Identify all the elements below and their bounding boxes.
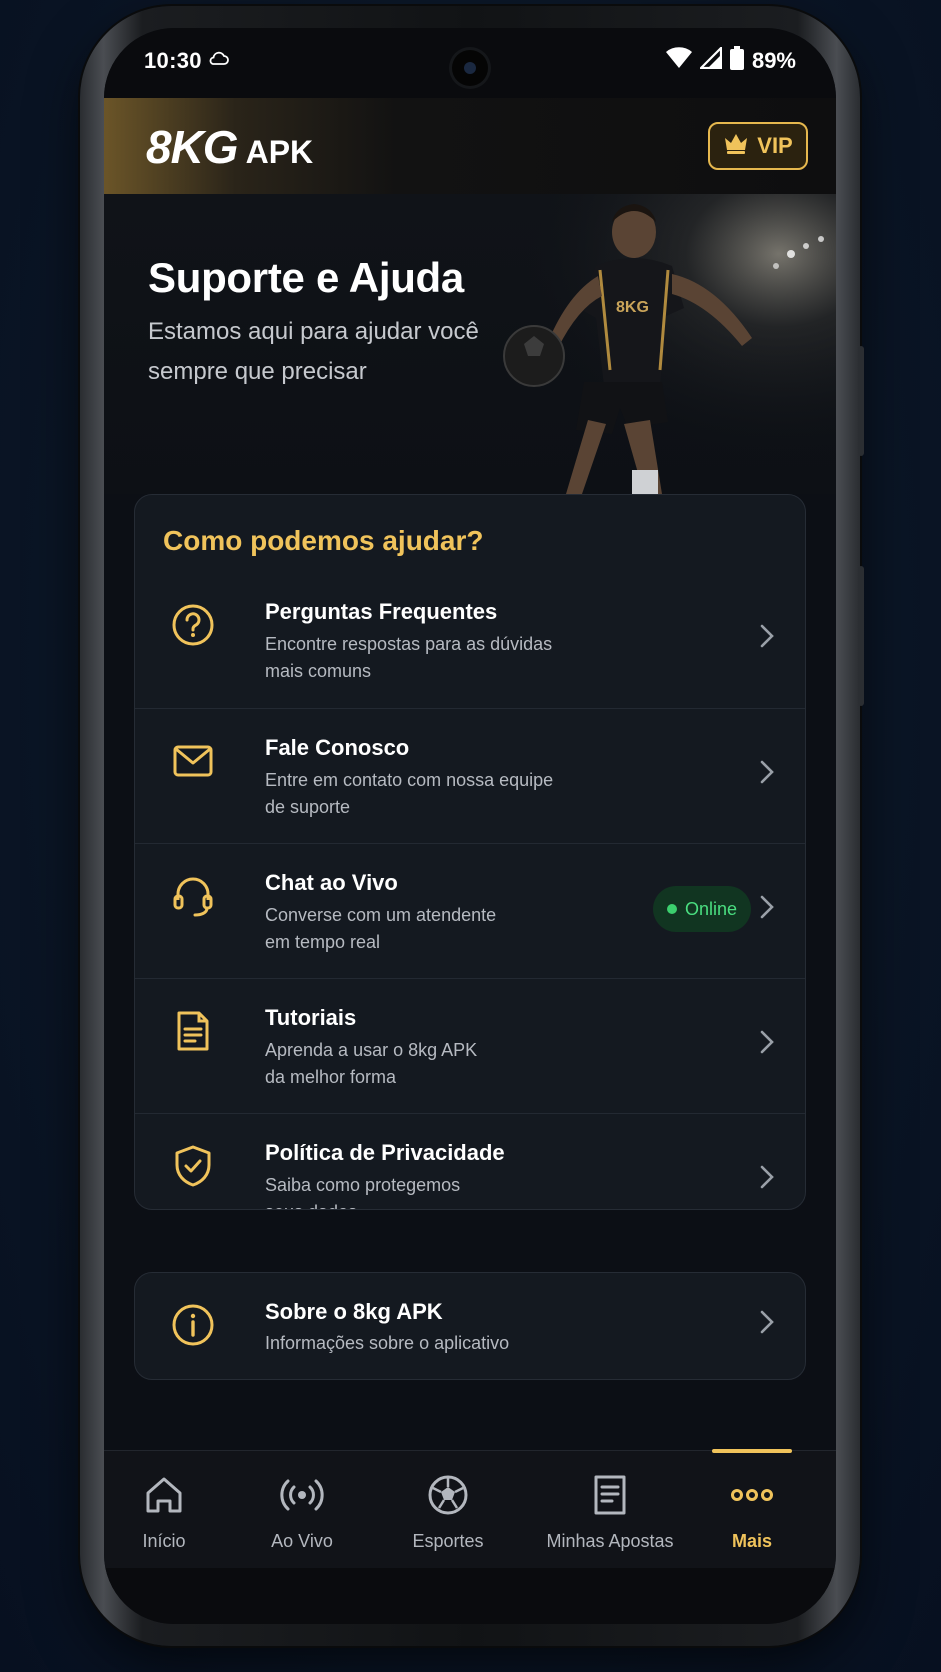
- help-item-title: Perguntas Frequentes: [265, 599, 498, 624]
- chevron-right-icon: [759, 1029, 775, 1060]
- broadcast-icon: [232, 1471, 372, 1519]
- nav-item-minhas-apostas[interactable]: Minhas Apostas: [532, 1471, 688, 1552]
- wifi-icon: [665, 47, 692, 74]
- help-item-description: Encontre respostas para as dúvidas mais c…: [265, 634, 553, 681]
- nav-label: Esportes: [412, 1531, 484, 1551]
- phone-side-button: [858, 566, 864, 706]
- active-tab-indicator: [712, 1449, 792, 1453]
- help-item-description: Aprenda a usar o 8kg APK da melhor forma: [265, 1040, 478, 1087]
- nav-label: Minhas Apostas: [546, 1531, 674, 1551]
- app-logo[interactable]: 8KG APK: [146, 120, 313, 174]
- help-item-live-chat[interactable]: Chat ao Vivo Converse com um atendente em…: [135, 843, 805, 978]
- shield-check-icon: [169, 1142, 217, 1190]
- chevron-right-icon: [759, 623, 775, 654]
- phone-side-button: [858, 346, 864, 456]
- jersey-text: 8KG: [616, 299, 649, 316]
- help-item-description: Entre em contato com nossa equipe de supo…: [265, 770, 554, 817]
- help-card: Como podemos ajudar? Perguntas Frequente…: [134, 494, 806, 1210]
- nav-item-ao-vivo[interactable]: Ao Vivo: [232, 1471, 372, 1552]
- front-camera: [452, 50, 488, 86]
- nav-label: Início: [142, 1531, 186, 1551]
- chevron-right-icon: [759, 894, 775, 925]
- crown-icon: [723, 132, 749, 160]
- mail-icon: [169, 737, 217, 785]
- about-card[interactable]: Sobre o 8kg APK Informações sobre o apli…: [134, 1272, 806, 1380]
- help-item-contact[interactable]: Fale Conosco Entre em contato com nossa …: [135, 708, 805, 843]
- help-item-title: Fale Conosco: [265, 735, 410, 760]
- system-gesture-area: [104, 1568, 836, 1624]
- question-circle-icon: [169, 601, 217, 649]
- cloud-icon: [207, 50, 229, 71]
- chevron-right-icon: [759, 1164, 775, 1195]
- about-title: Sobre o 8kg APK: [265, 1299, 443, 1324]
- help-item-title: Política de Privacidade: [265, 1140, 505, 1165]
- help-item-privacy[interactable]: Política de Privacidade Saiba como prote…: [135, 1113, 805, 1209]
- receipt-icon: [532, 1471, 688, 1519]
- chevron-right-icon: [759, 759, 775, 790]
- nav-item-mais[interactable]: Mais: [682, 1471, 822, 1552]
- soccer-ball-icon: [378, 1471, 518, 1519]
- more-dots-icon: [682, 1471, 822, 1519]
- help-item-description: Converse com um atendente em tempo real: [265, 905, 497, 952]
- help-item-faq[interactable]: Perguntas Frequentes Encontre respostas …: [135, 573, 805, 708]
- help-item-title: Tutoriais: [265, 1005, 357, 1030]
- home-icon: [104, 1471, 234, 1519]
- about-description: Informações sobre o aplicativo: [265, 1333, 510, 1353]
- status-time: 10:30: [144, 48, 202, 73]
- logo-sub: APK: [245, 134, 314, 170]
- info-circle-icon: [169, 1301, 217, 1354]
- help-item-title: Chat ao Vivo: [265, 870, 398, 895]
- battery-percent: 89%: [751, 47, 796, 73]
- battery-icon: [729, 46, 744, 75]
- logo-main: 8KG: [146, 121, 239, 173]
- online-status-badge: Online: [652, 886, 751, 932]
- page-subtitle: Estamos aqui para ajudar você sempre que…: [148, 318, 479, 385]
- nav-label: Mais: [731, 1531, 773, 1551]
- vip-button[interactable]: VIP: [708, 122, 808, 170]
- app-header: 8KG APK VIP: [104, 98, 836, 194]
- chevron-right-icon: [759, 1309, 775, 1340]
- help-item-description: Saiba como protegemosseus dados: [265, 1175, 461, 1209]
- vip-label: VIP: [757, 133, 793, 158]
- nav-item-inicio[interactable]: Início: [104, 1471, 234, 1552]
- phone-frame: 10:30 89% 8KG APK VIP 8KG Suporte e Ajud…: [80, 6, 864, 1646]
- document-icon: [169, 1007, 217, 1055]
- help-card-title: Como podemos ajudar?: [163, 525, 484, 556]
- status-bar: 10:30 89%: [104, 28, 836, 98]
- headset-icon: [169, 872, 217, 920]
- nav-label: Ao Vivo: [271, 1531, 333, 1551]
- nav-item-esportes[interactable]: Esportes: [378, 1471, 518, 1552]
- online-dot-icon: [666, 904, 677, 914]
- screen: 10:30 89% 8KG APK VIP 8KG Suporte e Ajud…: [104, 28, 836, 1624]
- help-item-tutorials[interactable]: Tutoriais Aprenda a usar o 8kg APK da mel…: [135, 978, 805, 1113]
- hero-banner: 8KG Suporte e Ajuda Estamos aqui para aj…: [104, 194, 836, 494]
- signal-icon: [698, 45, 723, 74]
- page-title: Suporte e Ajuda: [148, 254, 464, 301]
